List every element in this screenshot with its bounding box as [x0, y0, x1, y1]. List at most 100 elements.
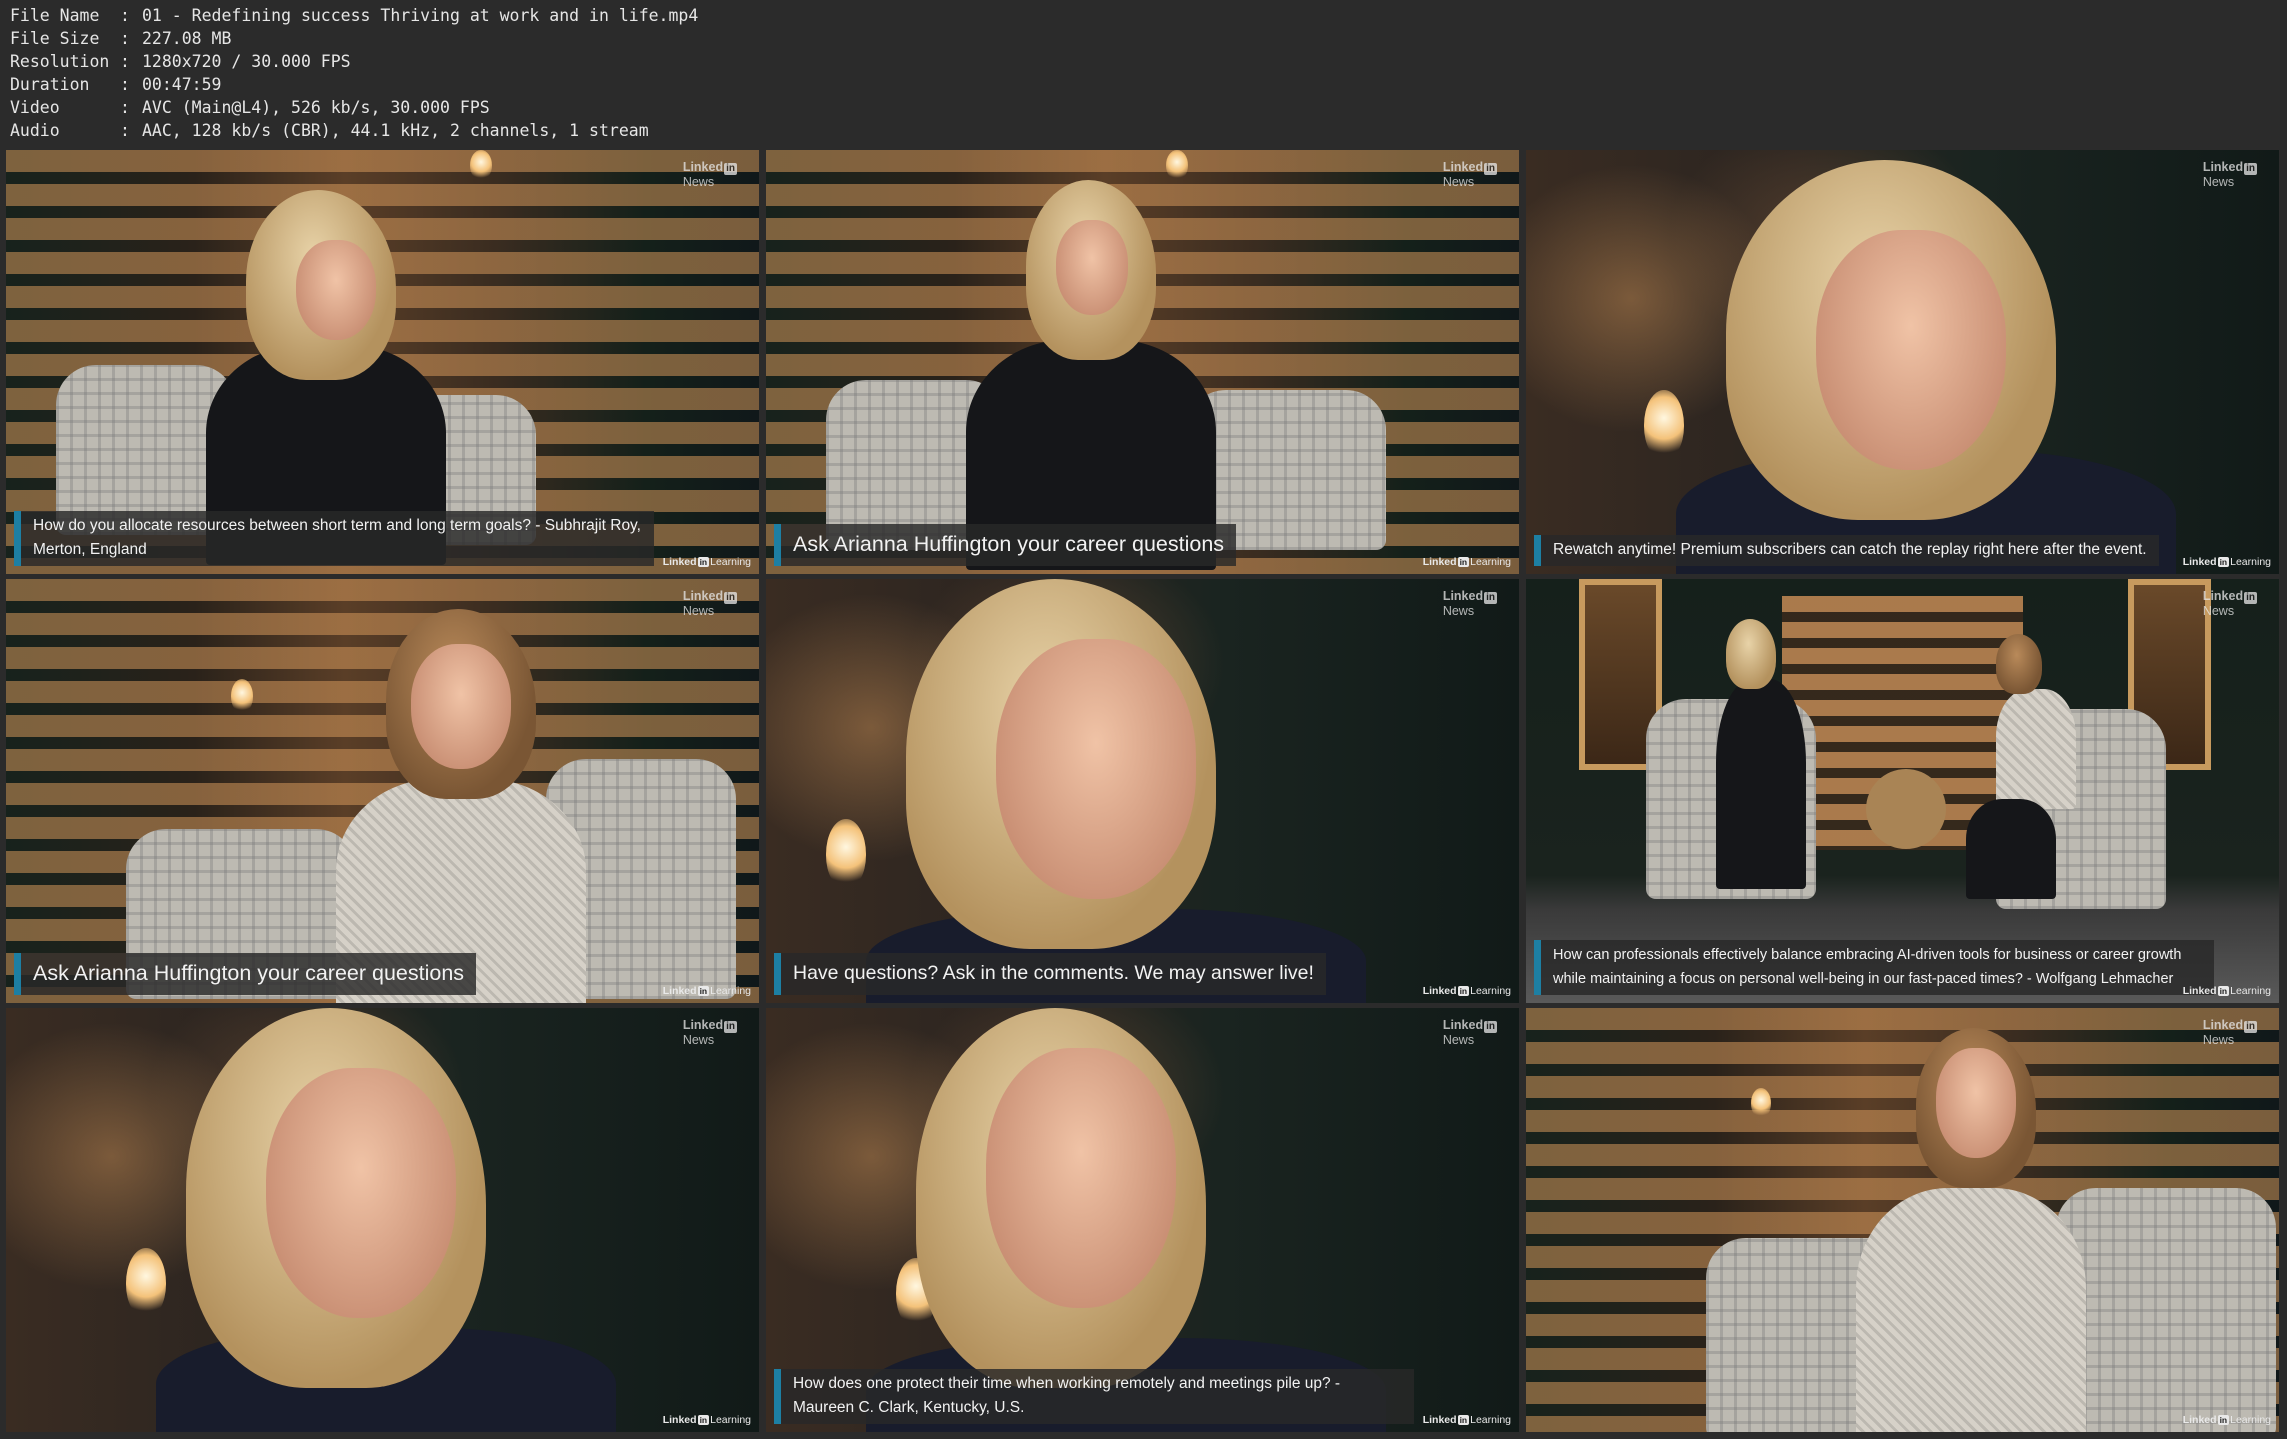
logo-text: Learning	[1470, 985, 1511, 997]
linkedin-icon: in	[724, 163, 737, 175]
info-row-file-size: File Size:227.08 MB	[10, 27, 698, 50]
linkedin-icon: in	[1457, 557, 1470, 567]
video-frame	[766, 150, 1519, 574]
linkedin-icon: in	[2244, 1021, 2257, 1033]
linkedin-icon: in	[697, 557, 710, 567]
info-key: Duration	[10, 75, 90, 94]
video-frame	[6, 579, 759, 1003]
logo-text: News	[2202, 604, 2235, 618]
info-value: 1280x720 / 30.000 FPS	[142, 52, 351, 71]
linkedin-learning-logo: Linked in Learning	[1423, 556, 1511, 568]
caption-banner: How can professionals effectively balanc…	[1534, 940, 2214, 995]
linkedin-news-logo: Linked in News	[1443, 589, 1497, 618]
logo-text: News	[682, 175, 715, 189]
logo-text: Linked	[1422, 1414, 1457, 1426]
logo-text: Learning	[2230, 556, 2271, 568]
caption-banner: Have questions? Ask in the comments. We …	[774, 953, 1326, 995]
info-separator: :	[120, 121, 130, 140]
caption-banner: How does one protect their time when wor…	[774, 1369, 1414, 1424]
info-key: File Size	[10, 29, 100, 48]
linkedin-icon: in	[2217, 1415, 2230, 1425]
linkedin-learning-logo: Linked in Learning	[1423, 1414, 1511, 1426]
logo-text: News	[682, 1033, 715, 1047]
info-separator: :	[120, 75, 130, 94]
linkedin-news-logo: Linked in News	[1443, 160, 1497, 189]
logo-text: Learning	[710, 985, 751, 997]
info-separator: :	[120, 6, 130, 25]
linkedin-icon: in	[1484, 1021, 1497, 1033]
info-key: Resolution	[10, 52, 110, 71]
info-separator: :	[120, 52, 130, 71]
thumbnail-3: Linked in News Rewatch anytime! Premium su…	[1526, 150, 2279, 574]
logo-text: News	[1442, 604, 1475, 618]
info-row-file-name: File Name:01 - Redefining success Thrivi…	[10, 4, 698, 27]
thumbnail-7: Linked in News Linked in Learning	[6, 1008, 759, 1432]
logo-text: News	[2202, 175, 2235, 189]
caption-banner: How do you allocate resources between sh…	[14, 511, 654, 566]
thumbnail-grid: Linked in News How do you allocate resourc…	[6, 150, 2281, 1433]
linkedin-icon: in	[2244, 163, 2257, 175]
info-row-audio: Audio: AAC, 128 kb/s (CBR), 44.1 kHz, 2 c…	[10, 119, 698, 142]
logo-text: News	[2202, 1033, 2235, 1047]
info-row-duration: Duration:00:47:59	[10, 73, 698, 96]
caption-banner: Ask Arianna Huffington your career quest…	[774, 524, 1237, 566]
linkedin-news-logo: Linked in News	[1443, 1018, 1497, 1047]
linkedin-news-logo: Linked in News	[2203, 1018, 2257, 1047]
logo-text: News	[1442, 1033, 1475, 1047]
contact-sheet: File Name:01 - Redefining success Thrivi…	[0, 0, 2287, 1439]
info-value: 00:47:59	[142, 75, 222, 94]
linkedin-icon: in	[1457, 986, 1470, 996]
linkedin-learning-logo: Linked in Learning	[663, 1414, 751, 1426]
linkedin-news-logo: Linked in News	[683, 160, 737, 189]
logo-text: News	[1442, 175, 1475, 189]
logo-text: Linked	[1442, 589, 1484, 603]
logo-text: Linked	[2202, 1018, 2244, 1032]
logo-text: Learning	[1470, 1414, 1511, 1426]
thumbnail-4: Linked in News Ask Arianna Huffington your…	[6, 579, 759, 1003]
info-row-resolution: Resolution:1280x720 / 30.000 FPS	[10, 50, 698, 73]
video-frame	[1526, 150, 2279, 574]
linkedin-icon: in	[1484, 592, 1497, 604]
linkedin-learning-logo: Linked in Learning	[2183, 1414, 2271, 1426]
linkedin-icon: in	[2217, 557, 2230, 567]
logo-text: Linked	[662, 985, 697, 997]
logo-text: Linked	[1422, 985, 1457, 997]
info-key: Audio	[10, 121, 60, 140]
thumbnail-9: Linked in News Linked in Learning	[1526, 1008, 2279, 1432]
logo-text: Linked	[2182, 556, 2217, 568]
logo-text: Learning	[710, 556, 751, 568]
logo-text: Linked	[2202, 160, 2244, 174]
logo-text: Linked	[2202, 589, 2244, 603]
logo-text: Linked	[1442, 1018, 1484, 1032]
linkedin-learning-logo: Linked in Learning	[2183, 985, 2271, 997]
info-row-video: Video: AVC (Main@L4), 526 kb/s, 30.000 FP…	[10, 96, 698, 119]
linkedin-icon: in	[724, 1021, 737, 1033]
video-frame	[766, 579, 1519, 1003]
linkedin-learning-logo: Linked in Learning	[663, 985, 751, 997]
logo-text: Learning	[2230, 985, 2271, 997]
video-frame	[1526, 1008, 2279, 1432]
logo-text: Learning	[1470, 556, 1511, 568]
caption-banner: Ask Arianna Huffington your career quest…	[14, 953, 477, 995]
logo-text: Linked	[2182, 985, 2217, 997]
thumbnail-5: Linked in News Have questions? Ask in the …	[766, 579, 1519, 1003]
logo-text: News	[682, 604, 715, 618]
linkedin-learning-logo: Linked in Learning	[1423, 985, 1511, 997]
linkedin-icon: in	[1457, 1415, 1470, 1425]
linkedin-icon: in	[1484, 163, 1497, 175]
linkedin-news-logo: Linked in News	[683, 589, 737, 618]
logo-text: Learning	[710, 1414, 751, 1426]
caption-banner: Rewatch anytime! Premium subscribers can…	[1534, 535, 2159, 566]
info-separator: :	[120, 29, 130, 48]
info-value: 227.08 MB	[142, 29, 232, 48]
info-value: 01 - Redefining success Thriving at work…	[142, 6, 699, 25]
logo-text: Linked	[2182, 1414, 2217, 1426]
thumbnail-8: Linked in News How does one protect their …	[766, 1008, 1519, 1432]
info-key: File Name	[10, 6, 100, 25]
logo-text: Learning	[2230, 1414, 2271, 1426]
logo-text: Linked	[682, 1018, 724, 1032]
linkedin-icon: in	[697, 986, 710, 996]
logo-text: Linked	[1442, 160, 1484, 174]
thumbnail-2: Linked in News Ask Arianna Huffington your…	[766, 150, 1519, 574]
linkedin-icon: in	[724, 592, 737, 604]
